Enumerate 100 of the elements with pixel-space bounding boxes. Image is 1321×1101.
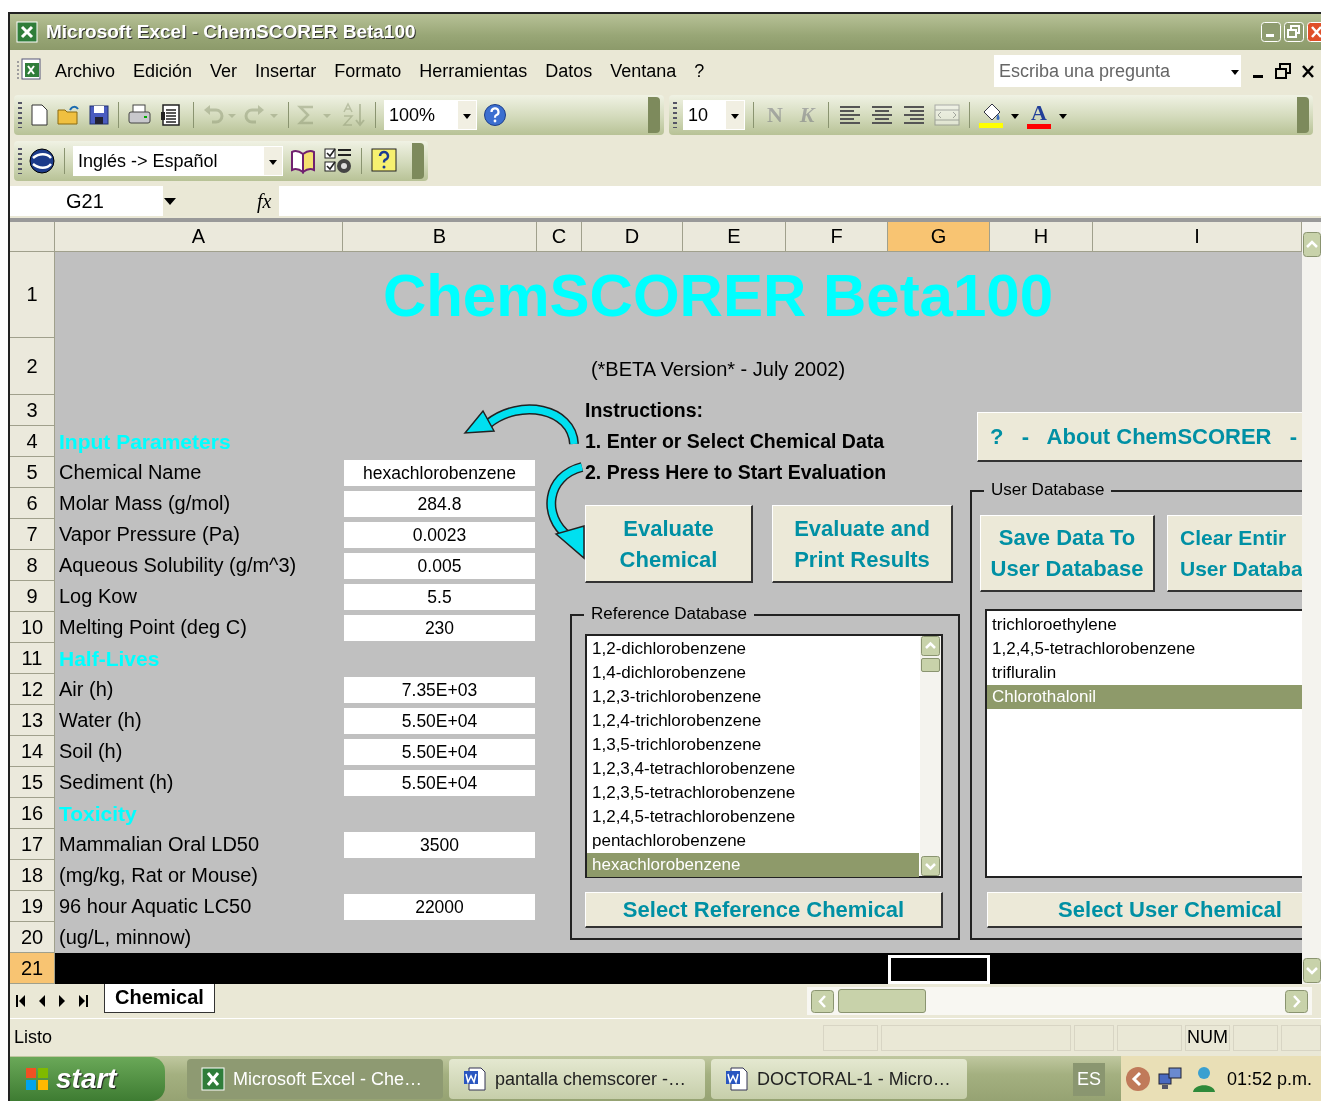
menu-item[interactable]: Edición: [124, 60, 202, 82]
chevron-left-icon[interactable]: [1125, 1066, 1151, 1092]
help-icon[interactable]: [370, 147, 398, 175]
value-cell[interactable]: 0.0023: [344, 522, 535, 548]
last-sheet-icon[interactable]: [78, 994, 88, 1008]
list-item[interactable]: 1,2,4-trichlorobenzene: [587, 709, 919, 733]
column-header[interactable]: D: [582, 222, 683, 252]
list-item[interactable]: 1,2-dichlorobenzene: [587, 637, 919, 661]
font-size-field[interactable]: 10: [683, 100, 745, 130]
menu-item[interactable]: Formato: [325, 60, 411, 82]
row-header[interactable]: 5: [10, 457, 55, 488]
row-header[interactable]: 21: [10, 953, 55, 984]
list-box[interactable]: [585, 634, 943, 878]
scroll-down-icon[interactable]: [1302, 958, 1321, 983]
list-item[interactable]: 1,2,4,5-tetrachlorobenzene: [987, 637, 1302, 661]
list-item[interactable]: 1,3,5-trichlorobenzene: [587, 733, 919, 757]
formula-input-field[interactable]: [279, 186, 1321, 216]
value-cell[interactable]: hexachlorobenzene: [344, 460, 535, 486]
globe-icon[interactable]: [28, 147, 56, 175]
value-cell[interactable]: 0.005: [344, 553, 535, 579]
start-button[interactable]: start: [10, 1057, 165, 1101]
row-header[interactable]: 7: [10, 519, 55, 550]
save-icon[interactable]: [88, 104, 110, 126]
scroll-right-icon[interactable]: [1285, 989, 1308, 1013]
function-label[interactable]: fx: [257, 189, 272, 213]
row-header[interactable]: 6: [10, 488, 55, 519]
row-header[interactable]: 10: [10, 612, 55, 643]
zoom-field[interactable]: 100%: [384, 100, 477, 130]
column-header[interactable]: G: [888, 222, 990, 252]
menu-item[interactable]: Archivo: [46, 60, 125, 82]
value-cell[interactable]: 7.35E+03: [344, 677, 535, 703]
column-header[interactable]: F: [786, 222, 888, 252]
value-cell[interactable]: 22000: [344, 894, 535, 920]
column-header[interactable]: I: [1093, 222, 1302, 252]
scroll-left-icon[interactable]: [811, 989, 834, 1013]
menu-item[interactable]: Datos: [536, 60, 602, 82]
column-header[interactable]: B: [343, 222, 537, 252]
printer-icon[interactable]: [127, 103, 153, 127]
list-item[interactable]: 1,4-dichlorobenzene: [587, 661, 919, 685]
taskbar-button[interactable]: pantalla chemscorer -…: [449, 1059, 705, 1099]
column-header[interactable]: C: [537, 222, 582, 252]
row-header[interactable]: 11: [10, 643, 55, 674]
scroll-down-icon[interactable]: [921, 856, 940, 876]
vertical-scrollbar[interactable]: [1302, 222, 1321, 984]
next-sheet-icon[interactable]: [58, 994, 66, 1008]
value-cell[interactable]: 230: [344, 615, 535, 641]
row-header[interactable]: 18: [10, 860, 55, 891]
row-header[interactable]: 2: [10, 338, 55, 395]
list-item[interactable]: trichloroethylene: [987, 613, 1302, 637]
help-search-field[interactable]: Escriba una pregunta: [994, 55, 1241, 87]
dropdown-arrow-icon[interactable]: [163, 196, 177, 206]
value-cell[interactable]: 5.50E+04: [344, 739, 535, 765]
book-icon[interactable]: [289, 147, 317, 175]
row-header[interactable]: 19: [10, 891, 55, 922]
list-item[interactable]: 1,2,3-trichlorobenzene: [587, 685, 919, 709]
column-header[interactable]: E: [683, 222, 786, 252]
list-scrollbar[interactable]: [920, 636, 941, 876]
list-item[interactable]: 1,2,3,4-tetrachlorobenzene: [587, 757, 919, 781]
list-box[interactable]: trichloroethylene 1,2,4,5-tetrachlorobenzene trifluralin Chlorothalonil: [985, 609, 1302, 878]
sheet-tab[interactable]: Chemical: [104, 984, 215, 1013]
value-cell[interactable]: 5.50E+04: [344, 770, 535, 796]
menu-item[interactable]: Ventana: [601, 60, 686, 82]
font-color-button[interactable]: A: [1026, 101, 1052, 129]
row-header[interactable]: 15: [10, 767, 55, 798]
language-field[interactable]: Inglés -> Español: [73, 146, 283, 176]
value-cell[interactable]: 3500: [344, 832, 535, 858]
row-header[interactable]: 3: [10, 395, 55, 426]
list-item[interactable]: pentachlorobenzene: [587, 829, 919, 853]
list-item[interactable]: 1,2,3,5-tetrachlorobenzene: [587, 781, 919, 805]
row-header[interactable]: 1: [10, 252, 55, 338]
row-header[interactable]: 12: [10, 674, 55, 705]
value-cell[interactable]: 284.8: [344, 491, 535, 517]
cell-cursor[interactable]: [888, 955, 990, 984]
scroll-up-icon[interactable]: [921, 636, 940, 656]
previous-sheet-icon[interactable]: [38, 994, 46, 1008]
list-item[interactable]: trifluralin: [987, 661, 1302, 685]
folder-icon[interactable]: [56, 103, 82, 127]
user-icon[interactable]: [1191, 1065, 1217, 1093]
taskbar-button[interactable]: DOCTORAL-1 - Micro…: [711, 1059, 967, 1099]
scroll-thumb[interactable]: [921, 658, 940, 672]
menu-item[interactable]: Herramientas: [410, 60, 537, 82]
row-header[interactable]: 4: [10, 426, 55, 457]
close-icon[interactable]: [1301, 63, 1315, 79]
menu-item[interactable]: ?: [685, 60, 714, 82]
restore-icon[interactable]: [1275, 63, 1291, 79]
row-header[interactable]: 16: [10, 798, 55, 829]
value-cell[interactable]: 5.50E+04: [344, 708, 535, 734]
paint-bucket-icon[interactable]: [978, 102, 1004, 128]
row-header[interactable]: 9: [10, 581, 55, 612]
row-header[interactable]: 13: [10, 705, 55, 736]
horizontal-scrollbar[interactable]: [807, 987, 1312, 1015]
scroll-thumb[interactable]: [838, 989, 926, 1013]
name-box[interactable]: G21: [10, 186, 163, 216]
value-cell[interactable]: 5.5: [344, 584, 535, 610]
row-header[interactable]: 20: [10, 922, 55, 953]
column-header[interactable]: A: [55, 222, 343, 252]
first-sheet-icon[interactable]: [16, 994, 26, 1008]
menu-item[interactable]: Ver: [201, 60, 247, 82]
column-header[interactable]: H: [990, 222, 1093, 252]
menu-item[interactable]: Insertar: [246, 60, 326, 82]
